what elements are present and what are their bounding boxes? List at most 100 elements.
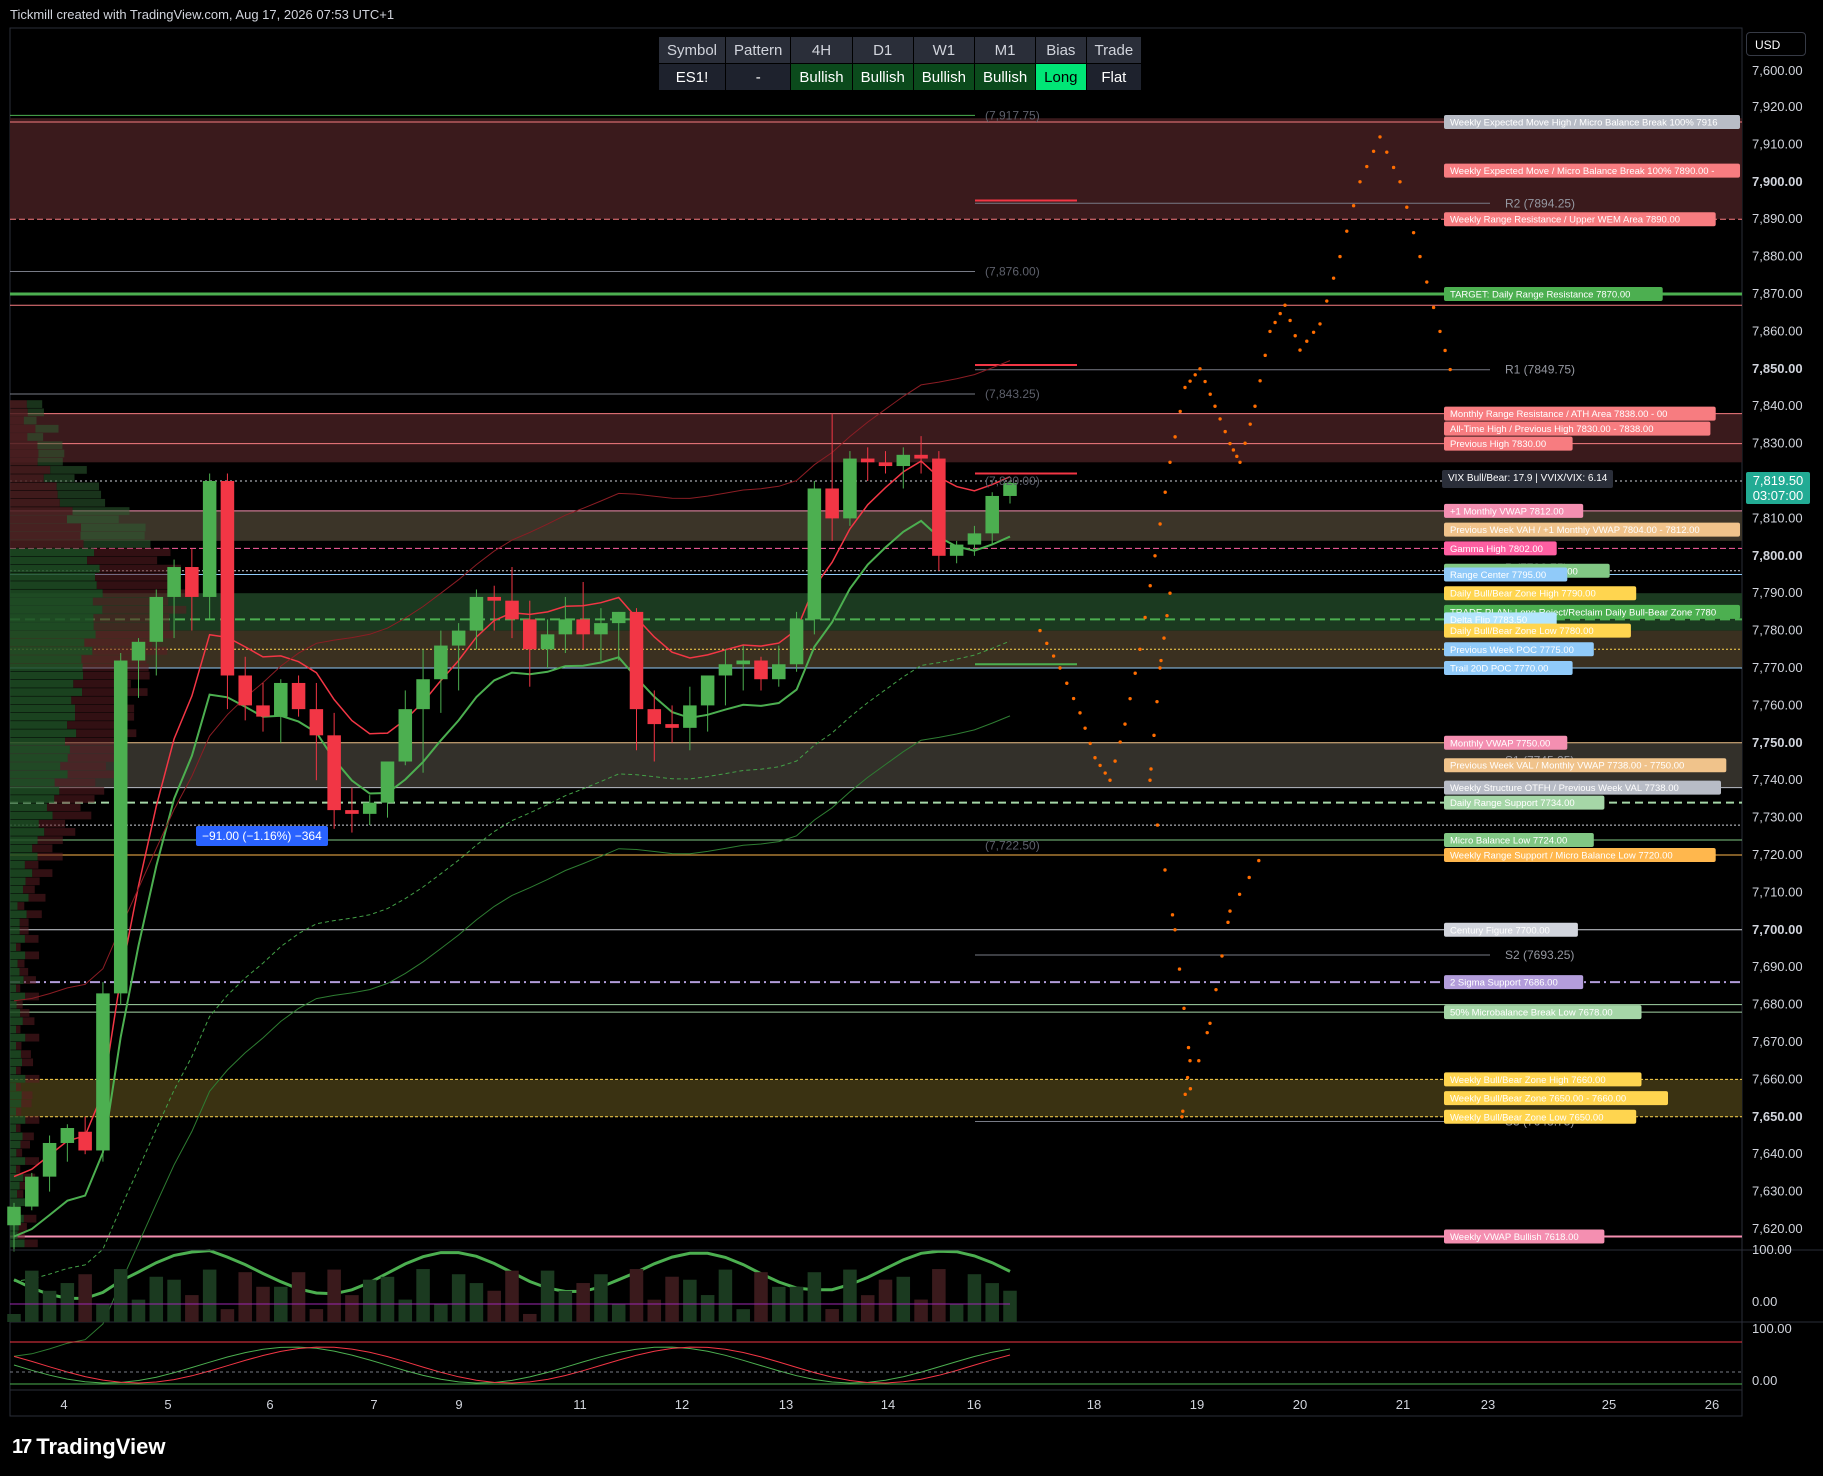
brand-name: TradingView	[36, 1434, 166, 1459]
price-tick: 7,770.00	[1752, 660, 1803, 675]
level-label: Range Center 7795.00	[1444, 567, 1568, 582]
level-label: Daily Bull/Bear Zone Low 7780.00	[1444, 623, 1631, 638]
level-label: 50% Microbalance Break Low 7678.00	[1444, 1005, 1642, 1020]
level-price-label: (7,876.00)	[985, 265, 1040, 279]
table-cell: ES1!	[657, 63, 727, 91]
candle-body	[949, 544, 964, 556]
candle-body	[505, 600, 519, 620]
measure-label: −91.00 (−1.16%) −364	[196, 826, 328, 846]
candle-body	[789, 619, 804, 665]
candle-body	[896, 454, 911, 467]
candle-body	[96, 993, 110, 1151]
level-label: Daily Range Support 7734.00	[1444, 795, 1605, 810]
price-tick: 7,620.00	[1752, 1221, 1803, 1236]
candle-body	[540, 634, 555, 650]
candle-body	[665, 724, 679, 728]
candle-body	[398, 709, 413, 762]
svg-text:Weekly Expected Move / Micro B: Weekly Expected Move / Micro Balance Bre…	[1450, 166, 1714, 177]
time-tick: 4	[60, 1397, 67, 1412]
level-label: Weekly VWAP Bullish 7618.00	[1444, 1229, 1605, 1244]
level-label: Weekly Expected Move High / Micro Balanc…	[1444, 114, 1740, 129]
svg-text:Daily Bull/Bear Zone Low 7780: Daily Bull/Bear Zone Low 7780.00	[1450, 626, 1594, 637]
candle-body	[754, 660, 768, 680]
candle-body	[967, 533, 982, 545]
price-tick: 7,880.00	[1752, 249, 1803, 264]
level-label: All-Time High / Previous High 7830.00 - …	[1444, 421, 1711, 436]
svg-text:Trail 20D POC 7770.00: Trail 20D POC 7770.00	[1450, 664, 1548, 675]
level-label: Weekly Range Support / Micro Balance Low…	[1444, 848, 1716, 862]
price-tick: 7,860.00	[1752, 323, 1803, 338]
footer-brand: 17 TradingView	[12, 1434, 165, 1460]
price-tick: 7,690.00	[1752, 959, 1803, 974]
candle-body	[843, 458, 857, 519]
candle-body	[576, 619, 590, 635]
candle-body	[113, 660, 128, 994]
pivot-label: R2 (7894.25)	[1505, 196, 1575, 210]
svg-text:Previous Week POC 7775.00: Previous Week POC 7775.00	[1450, 645, 1574, 656]
candle-body	[149, 596, 164, 642]
svg-text:Weekly Bull/Bear Zone 7650.00: Weekly Bull/Bear Zone 7650.00 - 7660.00	[1450, 1094, 1626, 1105]
price-chart[interactable]: (7,917.75) (7,876.00) (7,843.25) (7,820.00)…	[0, 0, 1823, 1476]
level-label: Weekly Range Resistance / Upper WEM Area…	[1444, 212, 1716, 227]
price-tick: 7,710.00	[1752, 884, 1803, 899]
candle-body	[825, 488, 839, 519]
svg-text:Gamma High 7802.00: Gamma High 7802.00	[1450, 544, 1543, 555]
svg-text:Previous Week VAL / Monthly VW: Previous Week VAL / Monthly VWAP 7738.00…	[1450, 761, 1684, 772]
level-price-label: (7,843.25)	[985, 387, 1040, 401]
price-tick: 7,700.00	[1752, 922, 1803, 937]
price-tick: 7,600.00	[1752, 63, 1803, 78]
price-tick: 7,830.00	[1752, 436, 1803, 451]
candle-body	[274, 682, 288, 717]
svg-text:2 Sigma Support 7686.00: 2 Sigma Support 7686.00	[1450, 978, 1558, 989]
svg-text:Previous Week VAH / +1 Monthly: Previous Week VAH / +1 Monthly VWAP 7804…	[1450, 525, 1700, 536]
time-axis[interactable]: 4 5 6 7 9 11 12 13 14 16 18 19 20 21 23 25 26	[10, 1389, 1742, 1412]
price-tick: 7,640.00	[1752, 1146, 1803, 1161]
svg-text:TARGET: Daily Range Resistance: TARGET: Daily Range Resistance 7870.00	[1450, 290, 1630, 301]
tradingview-logo-icon: 17	[12, 1435, 32, 1458]
level-label: Weekly Structure OTFH / Previous Week VA…	[1444, 780, 1721, 795]
svg-text:Monthly VWAP 7750.00: Monthly VWAP 7750.00	[1450, 738, 1550, 749]
candle-body	[362, 802, 377, 814]
price-axis[interactable]: 7,620.00 7,630.00 7,640.00 7,650.00 7,660.00…	[1752, 63, 1803, 1236]
candle-body	[380, 761, 395, 803]
candle-body	[772, 664, 786, 680]
candle-body	[25, 1176, 39, 1207]
candle-body	[683, 705, 697, 728]
candle-body	[131, 641, 146, 661]
time-tick: 12	[675, 1397, 689, 1412]
candle-body	[932, 458, 946, 556]
svg-text:+1 Monthly VWAP 7812.00: +1 Monthly VWAP 7812.00	[1450, 506, 1564, 517]
panel-tick: 100.00	[1752, 1321, 1792, 1336]
price-tick: 7,760.00	[1752, 697, 1803, 712]
level-label: 2 Sigma Support 7686.00	[1444, 975, 1584, 990]
table-header: Pattern	[725, 36, 792, 64]
price-tick: 7,730.00	[1752, 810, 1803, 825]
time-tick: 21	[1396, 1397, 1410, 1412]
last-price-tag: 7,819.50 03:07:00	[1746, 472, 1810, 504]
svg-text:All-Time High / Previous High: All-Time High / Previous High 7830.00 - …	[1450, 424, 1653, 435]
table-header: Symbol	[657, 36, 727, 64]
candle-body	[78, 1131, 92, 1151]
time-tick: 25	[1602, 1397, 1616, 1412]
vix-readout: VIX Bull/Bear: 17.9 | VVIX/VIX: 6.14	[1442, 470, 1614, 488]
time-tick: 26	[1705, 1397, 1719, 1412]
table-cell: Bullish	[851, 63, 914, 91]
level-label: Century Figure 7700.00	[1444, 922, 1578, 937]
svg-text:Weekly Bull/Bear Zone High 76: Weekly Bull/Bear Zone High 7660.00	[1450, 1075, 1606, 1086]
price-tick: 7,790.00	[1752, 585, 1803, 600]
level-label: +1 Monthly VWAP 7812.00	[1444, 503, 1584, 518]
candle-body	[594, 623, 608, 635]
level-label: Trail 20D POC 7770.00	[1444, 661, 1573, 675]
candle-body	[451, 630, 466, 646]
currency-selector[interactable]: USD	[1746, 32, 1806, 56]
price-tick: 7,870.00	[1752, 286, 1803, 301]
table-header: Bias	[1035, 36, 1087, 64]
price-tick: 7,670.00	[1752, 1034, 1803, 1049]
candle-body	[469, 596, 484, 631]
candle-body	[985, 495, 999, 534]
panel-tick: 0.00	[1752, 1373, 1777, 1388]
level-label: Micro Balance Low 7724.00	[1444, 833, 1594, 848]
time-tick: 16	[967, 1397, 981, 1412]
table-header: W1	[912, 36, 975, 64]
price-tick: 7,910.00	[1752, 136, 1803, 151]
